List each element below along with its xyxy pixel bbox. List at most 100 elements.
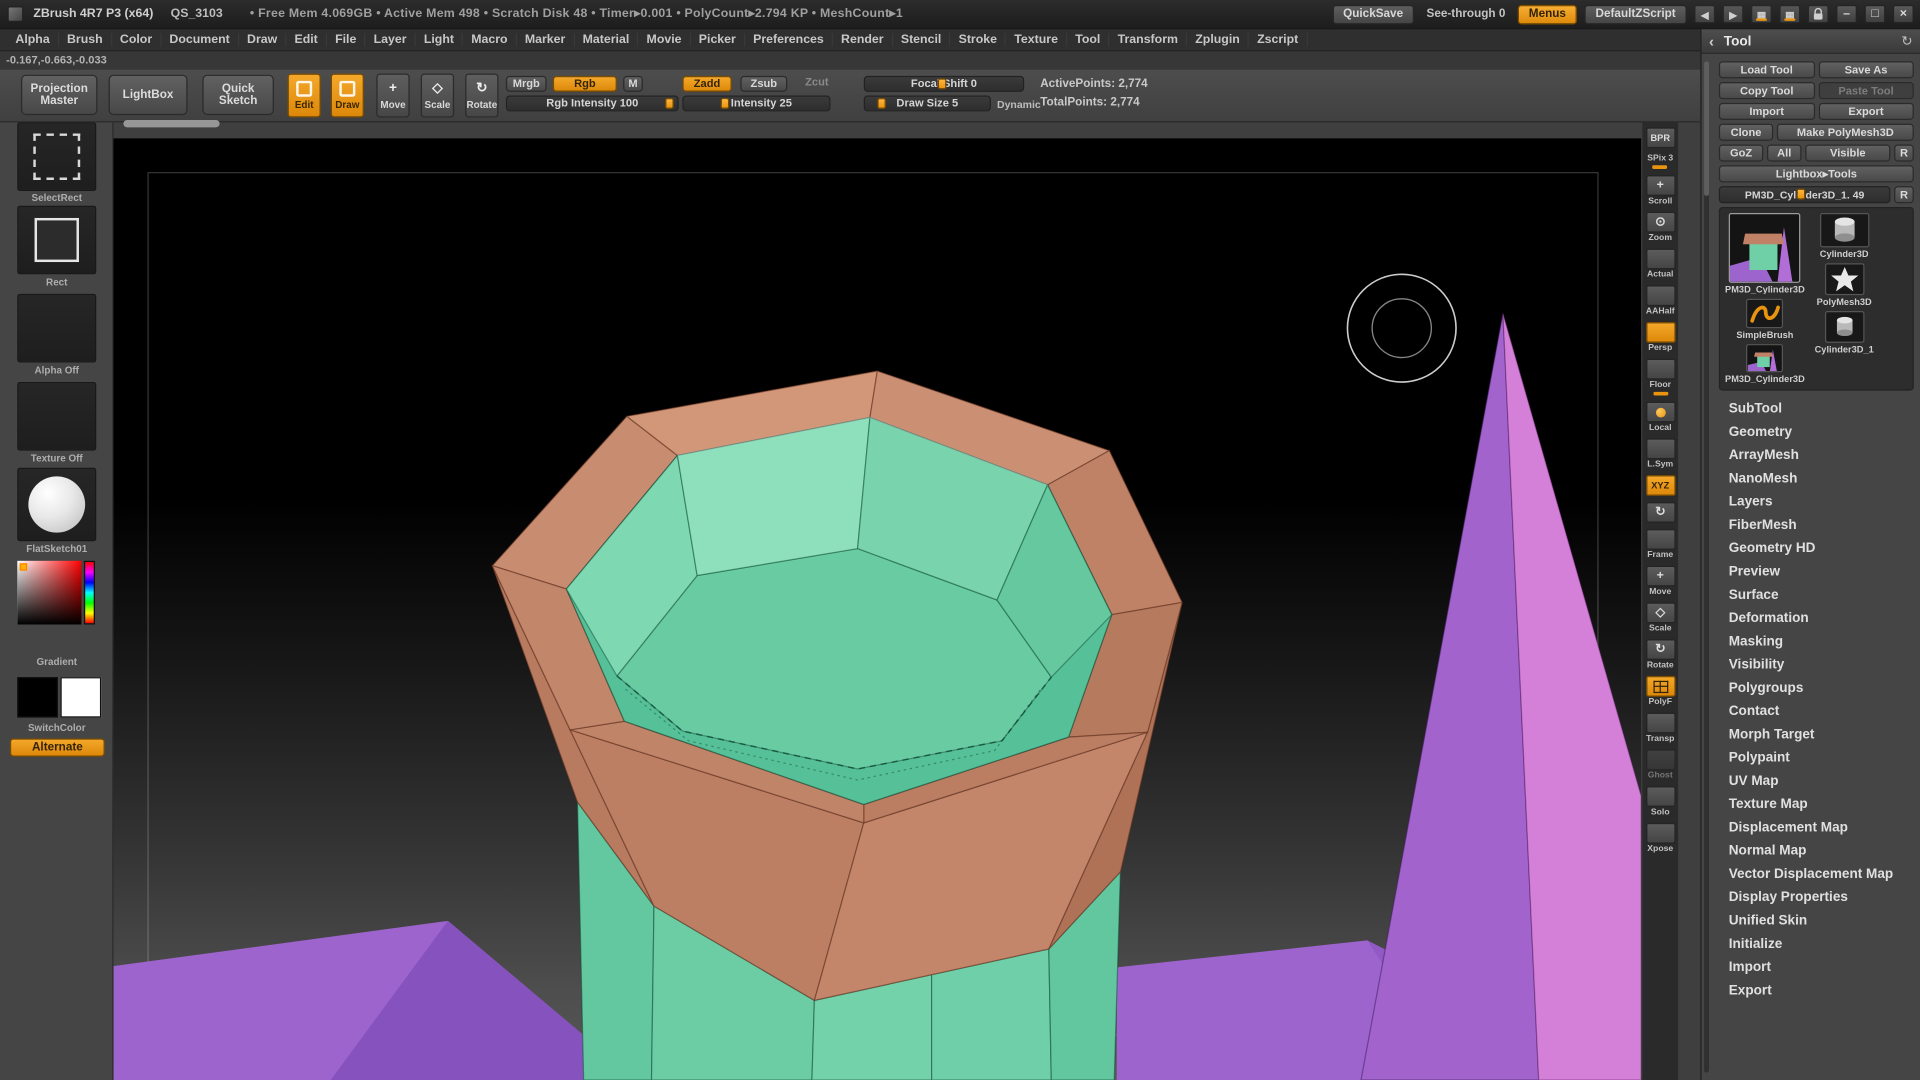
section-polygroups[interactable]: Polygroups bbox=[1719, 677, 1914, 700]
main-color-swatch[interactable] bbox=[17, 677, 58, 717]
scroll-button[interactable]: + Scroll bbox=[1645, 175, 1675, 206]
draw-size-slider[interactable]: Draw Size 5 bbox=[864, 96, 991, 112]
goz-button[interactable]: GoZ bbox=[1719, 144, 1763, 161]
section-polypaint[interactable]: Polypaint bbox=[1719, 747, 1914, 770]
menu-movie[interactable]: Movie bbox=[639, 33, 691, 46]
rotate-3d-button[interactable]: ↻ Rotate bbox=[1645, 639, 1675, 670]
cylinder3d-1-thumbnail[interactable] bbox=[1824, 311, 1863, 343]
section-arraymesh[interactable]: ArrayMesh bbox=[1719, 444, 1914, 467]
menu-macro[interactable]: Macro bbox=[463, 33, 517, 46]
polymesh3d-thumbnail[interactable] bbox=[1824, 263, 1863, 295]
projection-master-button[interactable]: Projection Master bbox=[21, 75, 98, 115]
section-import[interactable]: Import bbox=[1719, 956, 1914, 979]
stroke-button[interactable] bbox=[17, 206, 96, 275]
lsym-button[interactable]: L.Sym bbox=[1645, 438, 1675, 469]
zcut-button[interactable]: Zcut bbox=[797, 76, 836, 92]
edit-button[interactable]: Edit bbox=[288, 73, 321, 117]
import-button[interactable]: Import bbox=[1719, 103, 1815, 120]
tool-scale-handle[interactable] bbox=[1796, 189, 1805, 200]
focal-shift-slider[interactable]: Focal Shift 0 bbox=[864, 76, 1024, 92]
menu-tool[interactable]: Tool bbox=[1067, 33, 1109, 46]
menu-light[interactable]: Light bbox=[416, 33, 463, 46]
zoom-button[interactable]: ⊙ Zoom bbox=[1645, 212, 1675, 243]
current-brush-button[interactable] bbox=[17, 122, 96, 191]
spix-handle[interactable] bbox=[1653, 165, 1668, 169]
section-layers[interactable]: Layers bbox=[1719, 491, 1914, 514]
polyframe-button[interactable]: PolyF bbox=[1645, 676, 1675, 707]
section-normal-map[interactable]: Normal Map bbox=[1719, 840, 1914, 863]
section-deformation[interactable]: Deformation bbox=[1719, 607, 1914, 630]
section-nanomesh[interactable]: NanoMesh bbox=[1719, 468, 1914, 491]
refresh-icon[interactable]: ↻ bbox=[1901, 33, 1912, 49]
xyz-button[interactable]: XYZ bbox=[1645, 475, 1675, 496]
section-export[interactable]: Export bbox=[1719, 980, 1914, 1003]
rgb-intensity-slider[interactable]: Rgb Intensity 100 bbox=[506, 96, 679, 112]
shelf-scrollbar[interactable] bbox=[123, 120, 219, 127]
scale-3d-button[interactable]: ◇ Scale bbox=[1645, 602, 1675, 633]
z-intensity-handle[interactable] bbox=[720, 98, 729, 109]
zsub-button[interactable]: Zsub bbox=[740, 76, 787, 92]
canvas-viewport[interactable] bbox=[114, 138, 1642, 1080]
menu-document[interactable]: Document bbox=[161, 33, 239, 46]
floor-elevation-handle[interactable] bbox=[1653, 392, 1668, 396]
save-as-button[interactable]: Save As bbox=[1818, 61, 1914, 78]
section-uv-map[interactable]: UV Map bbox=[1719, 770, 1914, 793]
section-morph-target[interactable]: Morph Target bbox=[1719, 724, 1914, 747]
zadd-button[interactable]: Zadd bbox=[682, 76, 731, 92]
bpr-button[interactable]: BPR bbox=[1645, 127, 1675, 148]
solo-button[interactable]: Solo bbox=[1645, 786, 1675, 817]
dock-right-icon[interactable]: ▶ bbox=[1723, 5, 1744, 23]
persp-button[interactable]: Persp bbox=[1645, 322, 1675, 353]
alpha-button[interactable] bbox=[17, 294, 96, 363]
menus-button[interactable]: Menus bbox=[1518, 4, 1577, 24]
draw-size-handle[interactable] bbox=[877, 98, 886, 109]
copy-tool-button[interactable]: Copy Tool bbox=[1719, 82, 1815, 99]
scale-button[interactable]: ◇ Scale bbox=[421, 73, 454, 117]
active-tool-thumbnail[interactable] bbox=[1729, 213, 1801, 282]
quicksave-button[interactable]: QuickSave bbox=[1332, 4, 1414, 24]
spin-button[interactable]: ↻ bbox=[1645, 502, 1675, 523]
menu-zplugin[interactable]: Zplugin bbox=[1187, 33, 1249, 46]
menu-preferences[interactable]: Preferences bbox=[745, 33, 833, 46]
quick-sketch-button[interactable]: Quick Sketch bbox=[202, 75, 274, 115]
tool-scale-slider[interactable]: PM3D_Cylinder3D_1. 49 bbox=[1719, 186, 1891, 203]
section-unified-skin[interactable]: Unified Skin bbox=[1719, 910, 1914, 933]
section-masking[interactable]: Masking bbox=[1719, 631, 1914, 654]
spix-slider[interactable]: SPix 3 bbox=[1647, 154, 1673, 169]
menu-marker[interactable]: Marker bbox=[517, 33, 575, 46]
visible-button[interactable]: Visible bbox=[1805, 144, 1890, 161]
draw-button[interactable]: Draw bbox=[331, 73, 364, 117]
section-geometry[interactable]: Geometry bbox=[1719, 421, 1914, 444]
menu-color[interactable]: Color bbox=[112, 33, 161, 46]
menu-zscript[interactable]: Zscript bbox=[1249, 33, 1307, 46]
see-through-slider[interactable]: See-through 0 bbox=[1422, 7, 1511, 20]
z-intensity-slider[interactable]: Z Intensity 25 bbox=[682, 96, 830, 112]
lightbox-tools-button[interactable]: Lightbox▸Tools bbox=[1719, 165, 1914, 182]
palette-config-icon[interactable]: ▦ bbox=[1751, 5, 1772, 23]
section-initialize[interactable]: Initialize bbox=[1719, 933, 1914, 956]
rotate-button[interactable]: ↻ Rotate bbox=[465, 73, 498, 117]
paste-tool-button[interactable]: Paste Tool bbox=[1818, 82, 1914, 99]
frame-button[interactable]: Frame bbox=[1645, 529, 1675, 560]
make-polymesh3d-button[interactable]: Make PolyMesh3D bbox=[1777, 124, 1914, 141]
floor-button[interactable]: Floor bbox=[1645, 359, 1675, 396]
goz-r-button[interactable]: R bbox=[1894, 144, 1914, 161]
all-button[interactable]: All bbox=[1767, 144, 1802, 161]
dock-left-icon[interactable]: ◀ bbox=[1694, 5, 1715, 23]
section-vector-displacement-map[interactable]: Vector Displacement Map bbox=[1719, 863, 1914, 886]
rgb-intensity-handle[interactable] bbox=[665, 98, 674, 109]
menu-render[interactable]: Render bbox=[833, 33, 893, 46]
menu-edit[interactable]: Edit bbox=[286, 33, 327, 46]
focal-shift-handle[interactable] bbox=[938, 78, 947, 89]
move-button[interactable]: + Move bbox=[376, 73, 409, 117]
section-preview[interactable]: Preview bbox=[1719, 561, 1914, 584]
local-button[interactable]: Local bbox=[1645, 402, 1675, 433]
material-button[interactable] bbox=[17, 468, 96, 541]
dynamic-toggle[interactable]: Dynamic bbox=[997, 98, 1041, 110]
section-visibility[interactable]: Visibility bbox=[1719, 654, 1914, 677]
menu-file[interactable]: File bbox=[327, 33, 366, 46]
collapse-icon[interactable]: ‹ bbox=[1709, 32, 1714, 49]
tool-palette-scrollbar[interactable] bbox=[1704, 61, 1709, 1072]
xpose-button[interactable]: Xpose bbox=[1645, 823, 1675, 854]
default-zscript-button[interactable]: DefaultZScript bbox=[1584, 4, 1686, 24]
